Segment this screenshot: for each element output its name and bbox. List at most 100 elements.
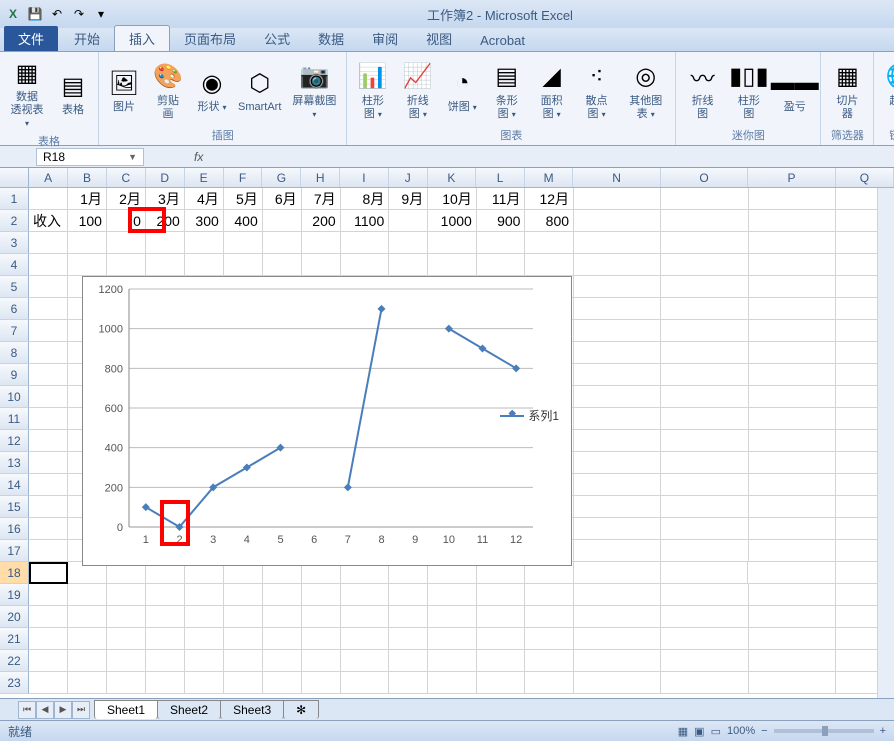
line-chart-button[interactable]: 📈折线图 ▾ bbox=[396, 59, 439, 123]
cell-H20[interactable] bbox=[302, 606, 341, 628]
cell-A15[interactable] bbox=[29, 496, 68, 518]
row-header-17[interactable]: 17 bbox=[0, 540, 29, 562]
row-header-19[interactable]: 19 bbox=[0, 584, 29, 606]
col-header-G[interactable]: G bbox=[262, 168, 301, 187]
tab-nav-last-icon[interactable]: ⏭ bbox=[72, 701, 90, 719]
row-header-13[interactable]: 13 bbox=[0, 452, 29, 474]
cell-J23[interactable] bbox=[389, 672, 428, 694]
cell-N5[interactable] bbox=[574, 276, 661, 298]
row-header-12[interactable]: 12 bbox=[0, 430, 29, 452]
select-all-button[interactable] bbox=[0, 168, 29, 187]
redo-icon[interactable]: ↷ bbox=[70, 5, 88, 23]
cell-F21[interactable] bbox=[224, 628, 263, 650]
name-box-dropdown-icon[interactable]: ▼ bbox=[128, 152, 137, 162]
cell-F19[interactable] bbox=[224, 584, 263, 606]
cell-B2[interactable]: 100 bbox=[68, 210, 107, 232]
cell-O14[interactable] bbox=[661, 474, 748, 496]
row-header-16[interactable]: 16 bbox=[0, 518, 29, 540]
sparkline-column-button[interactable]: ▮▯▮柱形图 bbox=[727, 59, 771, 123]
tab-formulas[interactable]: 公式 bbox=[250, 26, 304, 51]
col-header-B[interactable]: B bbox=[68, 168, 107, 187]
cell-L22[interactable] bbox=[477, 650, 526, 672]
cell-G1[interactable]: 6月 bbox=[263, 188, 302, 210]
row-header-23[interactable]: 23 bbox=[0, 672, 29, 694]
cell-N19[interactable] bbox=[574, 584, 661, 606]
cell-G20[interactable] bbox=[263, 606, 302, 628]
hyperlink-button[interactable]: 🌐超链接 bbox=[878, 59, 894, 123]
cell-O6[interactable] bbox=[661, 298, 748, 320]
cell-A6[interactable] bbox=[29, 298, 68, 320]
col-header-H[interactable]: H bbox=[301, 168, 340, 187]
table-button[interactable]: ▤表格 bbox=[52, 68, 94, 119]
row-header-15[interactable]: 15 bbox=[0, 496, 29, 518]
tab-review[interactable]: 审阅 bbox=[358, 26, 412, 51]
cell-A7[interactable] bbox=[29, 320, 68, 342]
cell-G23[interactable] bbox=[263, 672, 302, 694]
cell-A22[interactable] bbox=[29, 650, 68, 672]
excel-icon[interactable]: X bbox=[4, 5, 22, 23]
cell-A23[interactable] bbox=[29, 672, 68, 694]
cell-O4[interactable] bbox=[661, 254, 748, 276]
tab-nav-first-icon[interactable]: ⏮ bbox=[18, 701, 36, 719]
cell-P19[interactable] bbox=[749, 584, 836, 606]
view-normal-icon[interactable]: ▦ bbox=[678, 725, 688, 738]
cell-N7[interactable] bbox=[574, 320, 661, 342]
cell-E19[interactable] bbox=[185, 584, 224, 606]
cell-I2[interactable]: 1100 bbox=[341, 210, 390, 232]
cell-D20[interactable] bbox=[146, 606, 185, 628]
cell-A20[interactable] bbox=[29, 606, 68, 628]
col-header-P[interactable]: P bbox=[748, 168, 835, 187]
cell-A21[interactable] bbox=[29, 628, 68, 650]
cell-P13[interactable] bbox=[749, 452, 836, 474]
row-header-22[interactable]: 22 bbox=[0, 650, 29, 672]
cell-K20[interactable] bbox=[428, 606, 477, 628]
row-header-14[interactable]: 14 bbox=[0, 474, 29, 496]
cell-G22[interactable] bbox=[263, 650, 302, 672]
cell-H22[interactable] bbox=[302, 650, 341, 672]
cell-A10[interactable] bbox=[29, 386, 68, 408]
cell-P18[interactable] bbox=[748, 562, 835, 584]
cell-D21[interactable] bbox=[146, 628, 185, 650]
row-header-4[interactable]: 4 bbox=[0, 254, 29, 276]
cell-B22[interactable] bbox=[68, 650, 107, 672]
cell-I23[interactable] bbox=[341, 672, 390, 694]
cell-J20[interactable] bbox=[389, 606, 428, 628]
cell-N2[interactable] bbox=[574, 210, 661, 232]
cell-O15[interactable] bbox=[661, 496, 748, 518]
cell-P8[interactable] bbox=[749, 342, 836, 364]
cell-M22[interactable] bbox=[525, 650, 574, 672]
cell-N10[interactable] bbox=[574, 386, 661, 408]
cell-J4[interactable] bbox=[389, 254, 428, 276]
cell-C19[interactable] bbox=[107, 584, 146, 606]
cell-O3[interactable] bbox=[661, 232, 748, 254]
chart-legend[interactable]: 系列1 bbox=[500, 407, 559, 424]
cell-E21[interactable] bbox=[185, 628, 224, 650]
cell-F1[interactable]: 5月 bbox=[224, 188, 263, 210]
scatter-chart-button[interactable]: ⁖散点图 ▾ bbox=[575, 59, 618, 123]
cell-F22[interactable] bbox=[224, 650, 263, 672]
cell-A8[interactable] bbox=[29, 342, 68, 364]
cell-C21[interactable] bbox=[107, 628, 146, 650]
cell-O10[interactable] bbox=[661, 386, 748, 408]
cell-C23[interactable] bbox=[107, 672, 146, 694]
cell-B3[interactable] bbox=[68, 232, 107, 254]
cell-O17[interactable] bbox=[661, 540, 748, 562]
cell-E4[interactable] bbox=[185, 254, 224, 276]
cell-E1[interactable]: 4月 bbox=[185, 188, 224, 210]
cell-P3[interactable] bbox=[749, 232, 836, 254]
picture-button[interactable]: 🖼图片 bbox=[103, 65, 145, 116]
cell-I19[interactable] bbox=[341, 584, 390, 606]
cell-D2[interactable]: 200 bbox=[146, 210, 185, 232]
worksheet[interactable]: ABCDEFGHIJKLMNOPQ 11月2月3月4月5月6月7月8月9月10月… bbox=[0, 168, 894, 698]
cell-G3[interactable] bbox=[263, 232, 302, 254]
cell-B20[interactable] bbox=[68, 606, 107, 628]
cell-J19[interactable] bbox=[389, 584, 428, 606]
pivot-table-button[interactable]: ▦数据透视表 ▾ bbox=[4, 55, 50, 132]
cell-L23[interactable] bbox=[477, 672, 526, 694]
cell-P12[interactable] bbox=[749, 430, 836, 452]
cell-L20[interactable] bbox=[477, 606, 526, 628]
cell-H21[interactable] bbox=[302, 628, 341, 650]
embedded-chart[interactable]: 020040060080010001200123456789101112 系列1 bbox=[82, 276, 572, 566]
cell-O5[interactable] bbox=[661, 276, 748, 298]
col-header-M[interactable]: M bbox=[525, 168, 574, 187]
